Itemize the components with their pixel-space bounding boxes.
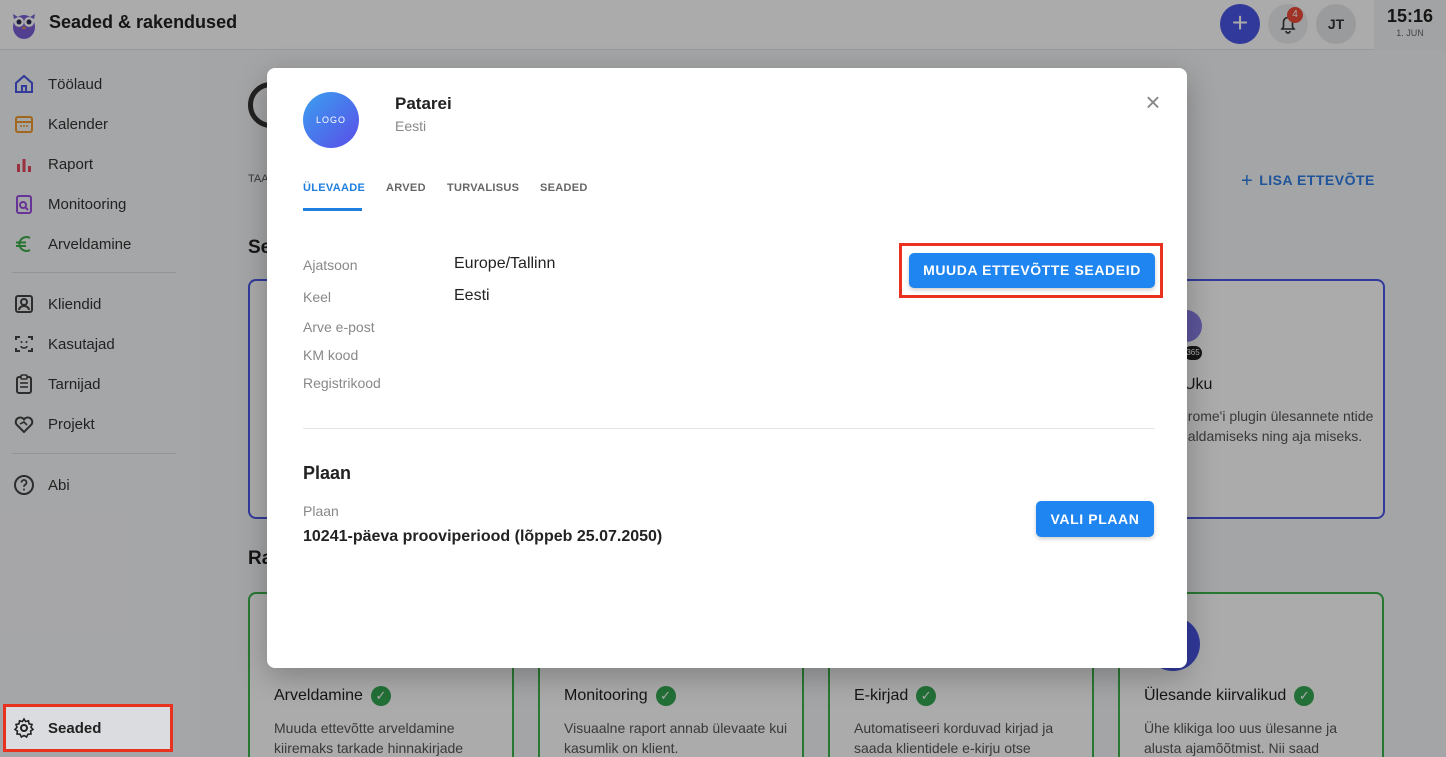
field-value-timezone: Europe/Tallinn: [454, 255, 556, 272]
field-value-language: Eesti: [454, 287, 490, 304]
company-country: Eesti: [395, 118, 427, 134]
field-label-invoice-email: Arve e-post: [303, 319, 375, 335]
active-tab-indicator: [303, 208, 362, 211]
company-name: Patarei: [395, 94, 452, 113]
field-label-vat-code: KM kood: [303, 347, 359, 363]
tab-ulevaade[interactable]: ÜLEVAADE: [303, 182, 365, 194]
highlight-box: [899, 243, 1163, 298]
choose-plan-button[interactable]: VALI PLAAN: [1036, 501, 1154, 537]
plan-heading: Plaan: [303, 463, 352, 483]
plan-label: Plaan: [303, 503, 339, 519]
divider: [303, 428, 1155, 429]
tab-seaded[interactable]: SEADED: [540, 182, 588, 194]
tab-turvalisus[interactable]: TURVALISUS: [447, 182, 519, 194]
highlight-box: [3, 704, 173, 752]
close-icon[interactable]: ×: [1141, 89, 1165, 115]
company-modal: LOGO Patarei Eesti × ÜLEVAADE ARVED TURV…: [267, 68, 1187, 668]
tab-arved[interactable]: ARVED: [386, 182, 426, 194]
plan-value: 10241-päeva prooviperiood (lõppeb 25.07.…: [303, 528, 663, 545]
company-logo: LOGO: [303, 92, 359, 148]
field-label-language: Keel: [303, 289, 332, 305]
field-label-reg-code: Registrikood: [303, 375, 381, 391]
field-label-timezone: Ajatsoon: [303, 257, 358, 273]
